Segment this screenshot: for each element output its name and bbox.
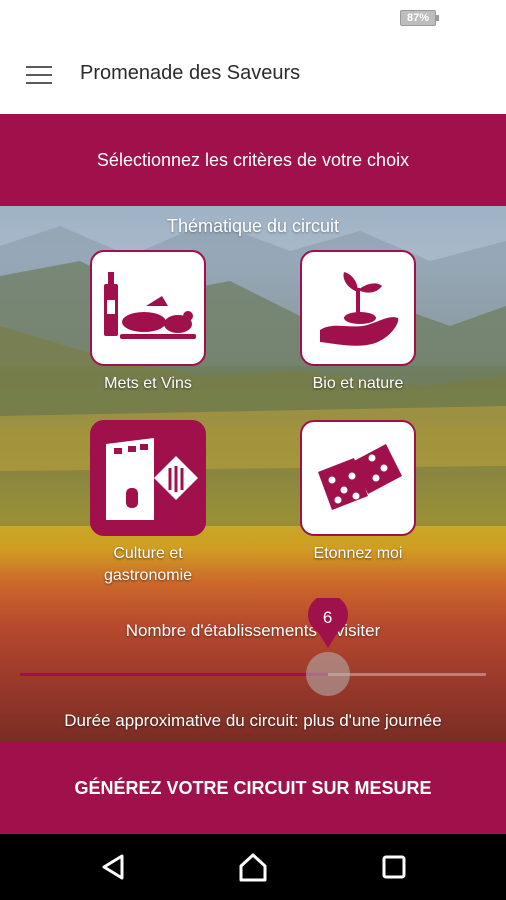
duration-text: Durée approximative du circuit: plus d'u… [64,711,442,730]
establishments-slider-label: Nombre d'établissements à visiter [125,621,381,640]
app-bar: Promenade des Saveurs [0,36,506,114]
app-title: Promenade des Saveurs [80,62,301,84]
back-icon[interactable] [84,834,144,900]
tile-label-culture-et-gastronomie: Culture et gastronomie [103,545,193,584]
generate-circuit-button[interactable]: GÉNÉREZ VOTRE CIRCUIT SUR MESURE [0,742,506,834]
tile-culture-et-gastronomie[interactable] [90,420,206,536]
tile-etonnez-moi[interactable] [300,420,416,536]
tower-cutlery-icon [106,438,198,520]
home-icon[interactable] [223,834,283,900]
dice-icon [318,444,402,510]
plant-in-hand-icon [320,272,399,346]
slider-track-fill [20,673,328,676]
tile-bio-et-nature[interactable] [300,250,416,366]
battery-indicator: 87% [400,10,439,26]
criteria-header: Sélectionnez les critères de votre choix [0,114,506,206]
status-bar: 87% [0,0,506,36]
tile-label-etonnez-moi: Etonnez moi [313,545,403,562]
tile-label-bio-et-nature: Bio et nature [312,375,404,392]
theme-section-title: Thématique du circuit [166,216,340,236]
tile-label-mets-et-vins: Mets et Vins [104,375,192,392]
wine-food-icon [104,272,196,339]
slider-thumb[interactable] [305,652,350,696]
hamburger-menu-icon[interactable] [26,66,52,84]
slider-value: 6 [322,608,333,627]
android-nav-bar [0,834,506,900]
slider-value-bubble: 6 [307,594,348,648]
vineyard-background-image [0,206,506,742]
recents-icon[interactable] [364,834,424,900]
tile-mets-et-vins[interactable] [90,250,206,366]
